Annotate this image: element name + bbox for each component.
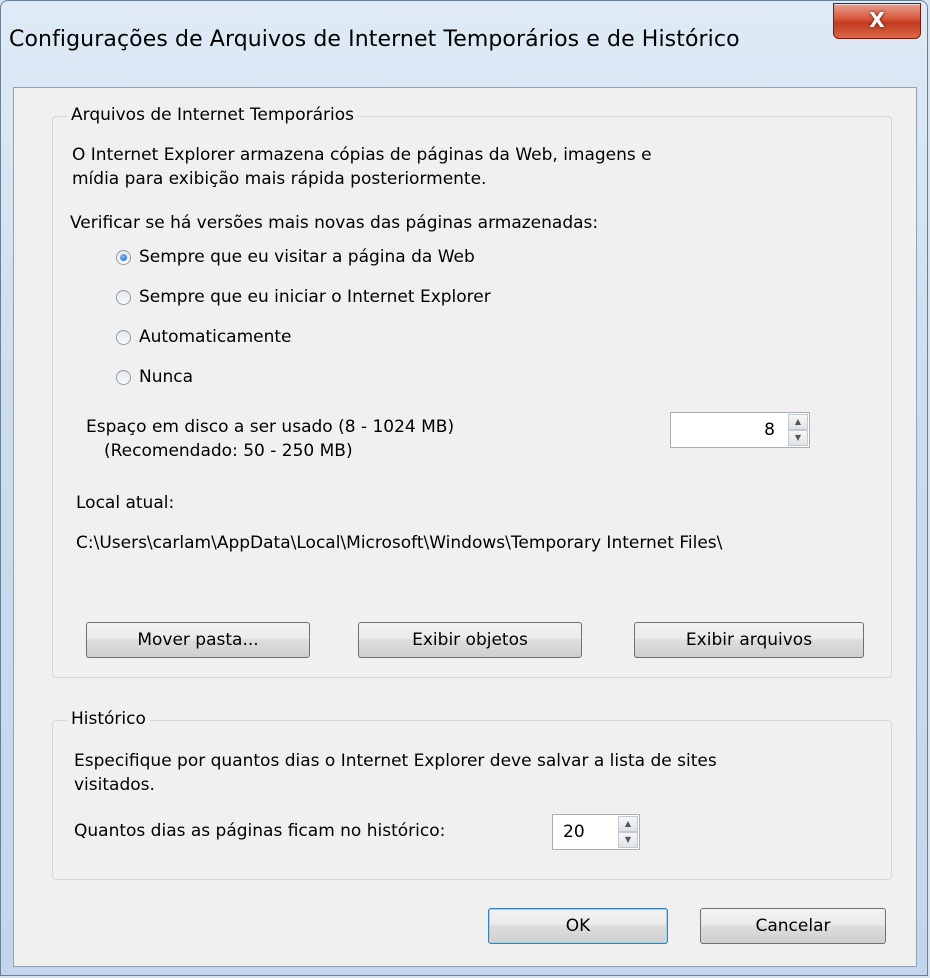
history-group: Histórico [52,709,892,880]
view-objects-button[interactable]: Exibir objetos [358,622,582,658]
spin-down-icon[interactable]: ▼ [788,430,808,446]
history-group-label: Histórico [67,709,150,729]
history-days-label: Quantos dias as páginas ficam no históri… [74,821,446,841]
temp-files-group: Arquivos de Internet Temporários [52,105,892,678]
spin-up-icon[interactable]: ▲ [618,816,638,832]
dialog-content: Arquivos de Internet Temporários O Inter… [13,87,917,967]
dialog-window: Configurações de Arquivos de Internet Te… [0,0,928,976]
cancel-button[interactable]: Cancelar [700,908,886,944]
history-days-value[interactable]: 20 [563,815,585,849]
ok-button[interactable]: OK [488,908,668,944]
history-description-line2: visitados. [74,775,155,795]
history-description-line1: Especifique por quantos dias o Internet … [74,751,717,771]
disk-space-arrows: ▲ ▼ [788,414,808,446]
radio-never[interactable]: Nunca [116,364,193,390]
temp-files-description-line1: O Internet Explorer armazena cópias de p… [72,145,652,165]
window-title: Configurações de Arquivos de Internet Te… [9,27,740,52]
disk-space-recommended: (Recomendado: 50 - 250 MB) [104,441,353,461]
radio-every-visit-label: Sempre que eu visitar a página da Web [139,247,475,267]
radio-button-selected[interactable] [116,249,131,265]
temp-files-description-line2: mídia para exibição mais rápida posterio… [72,169,487,189]
current-location-label: Local atual: [76,493,175,513]
current-location-path: C:\Users\carlam\AppData\Local\Microsoft\… [76,533,723,553]
radio-every-start[interactable]: Sempre que eu iniciar o Internet Explore… [116,284,491,310]
disk-space-label: Espaço em disco a ser usado (8 - 1024 MB… [86,417,455,437]
radio-button[interactable] [116,369,131,385]
history-days-spinner[interactable]: 20 ▲ ▼ [552,814,640,850]
history-days-arrows: ▲ ▼ [618,816,638,848]
radio-button[interactable] [116,289,131,305]
view-files-button[interactable]: Exibir arquivos [634,622,864,658]
check-newer-versions-label: Verificar se há versões mais novas das p… [70,213,599,233]
disk-space-value[interactable]: 8 [764,413,775,447]
radio-every-visit[interactable]: Sempre que eu visitar a página da Web [116,244,475,270]
close-icon: X [869,8,885,32]
radio-never-label: Nunca [139,367,194,387]
disk-space-spinner[interactable]: 8 ▲ ▼ [670,412,810,448]
radio-automatically-label: Automaticamente [139,327,292,347]
radio-button[interactable] [116,329,131,345]
spin-up-icon[interactable]: ▲ [788,414,808,430]
close-button[interactable]: X [833,3,921,39]
temp-files-group-label: Arquivos de Internet Temporários [67,105,358,125]
radio-every-start-label: Sempre que eu iniciar o Internet Explore… [139,287,491,307]
move-folder-button[interactable]: Mover pasta... [86,622,310,658]
title-bar[interactable]: Configurações de Arquivos de Internet Te… [1,1,927,85]
radio-automatically[interactable]: Automaticamente [116,324,292,350]
spin-down-icon[interactable]: ▼ [618,832,638,848]
